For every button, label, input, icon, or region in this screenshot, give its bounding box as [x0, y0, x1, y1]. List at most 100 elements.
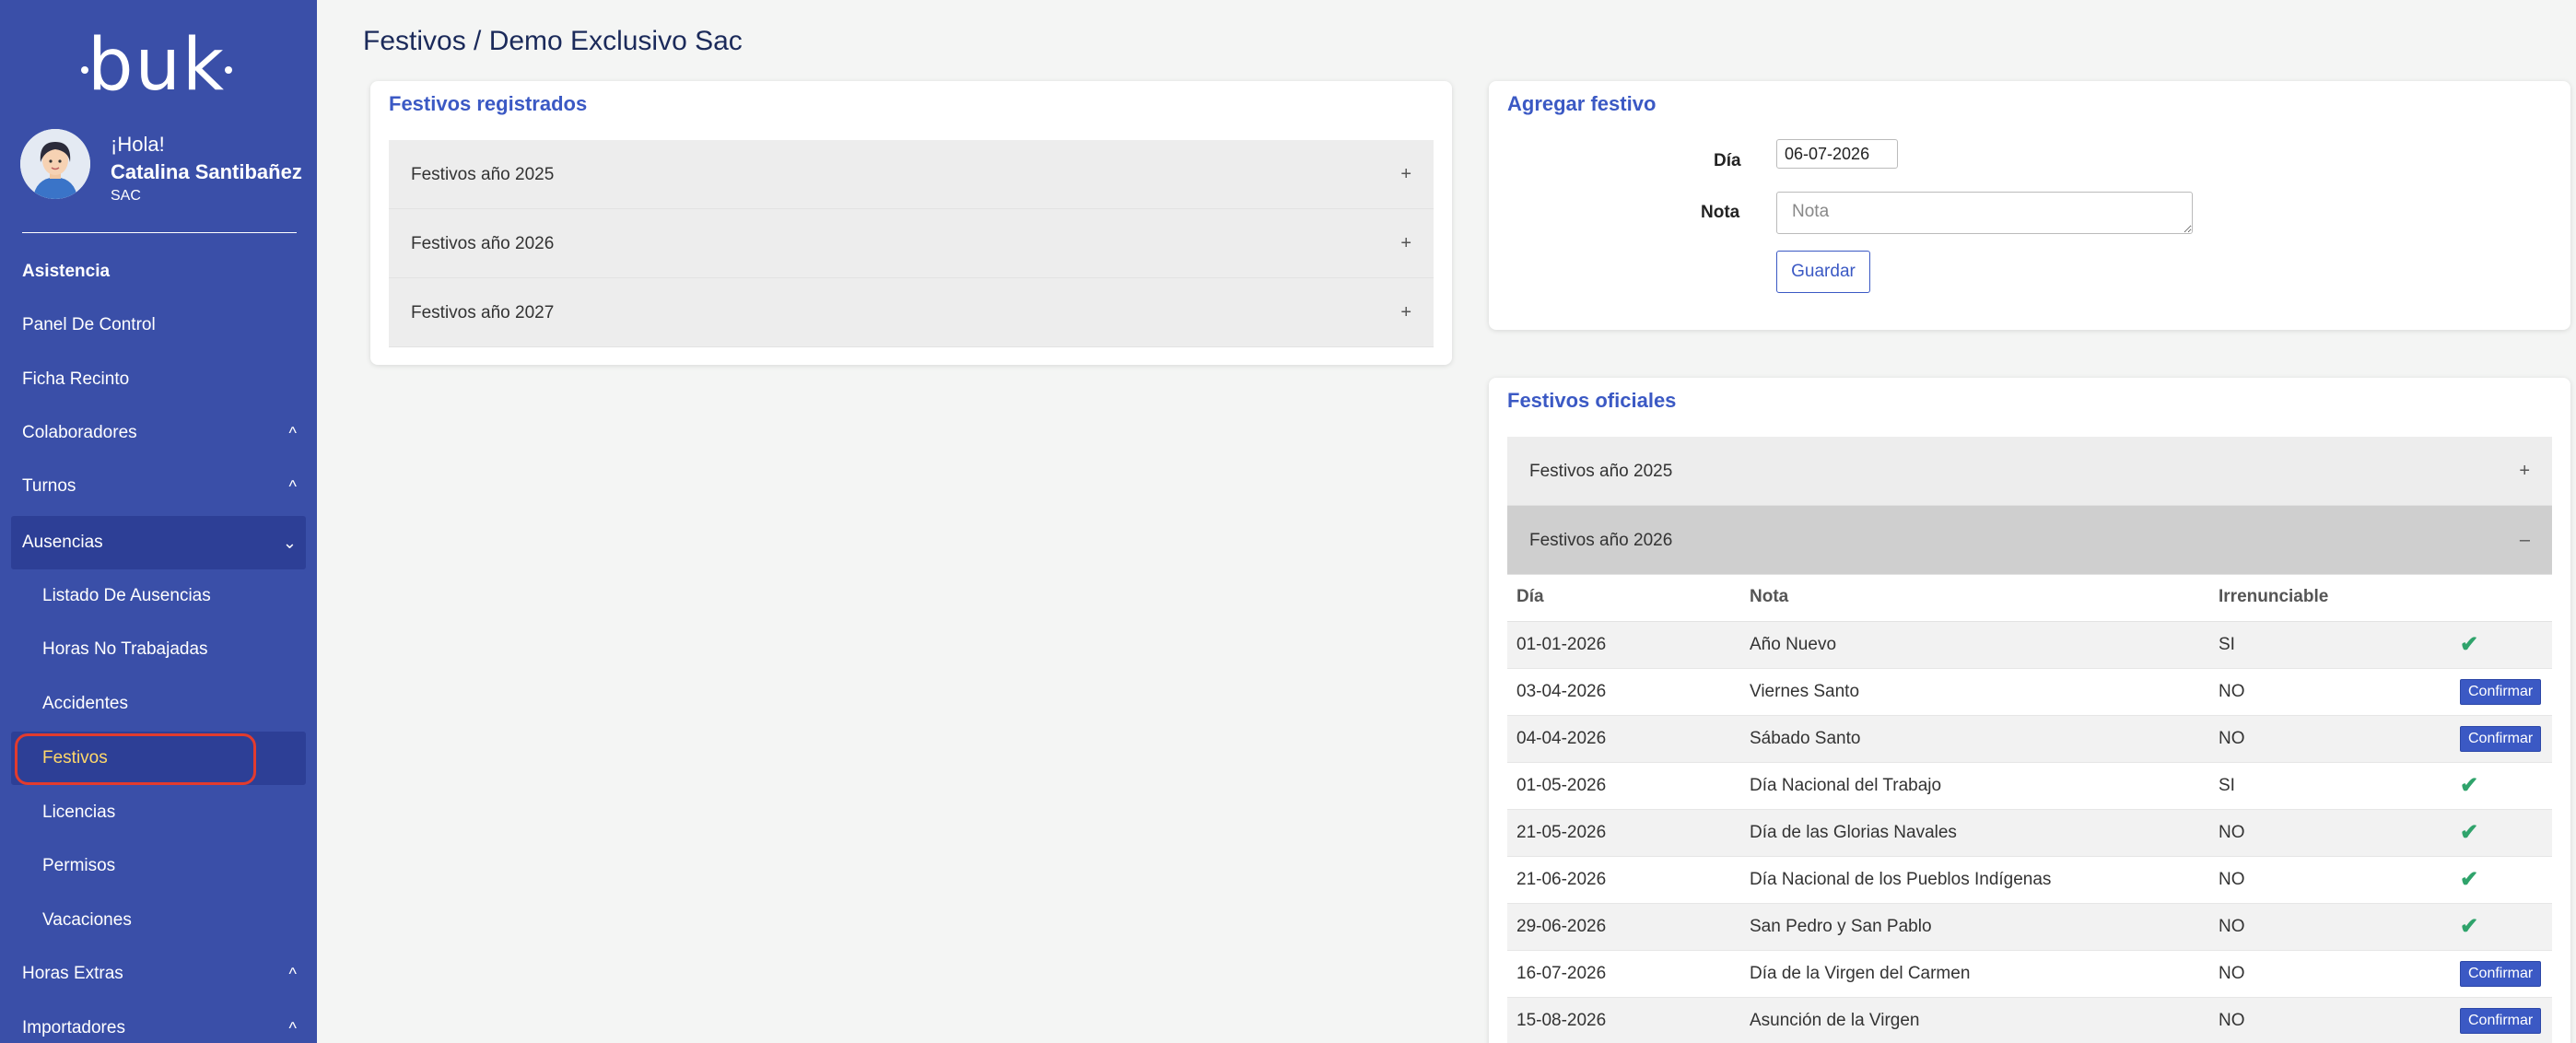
check-icon: ✔: [2460, 820, 2479, 845]
sidebar-item-label: Licencias: [42, 803, 116, 822]
sidebar-item-label: Importadores: [22, 1018, 125, 1037]
sidebar-divider: [22, 232, 297, 233]
sidebar-item-label: Asistencia: [22, 262, 111, 281]
registered-year-2027-accordion[interactable]: Festivos año 2027 +: [389, 278, 1434, 347]
add-holiday-title: Agregar festivo: [1507, 92, 1657, 115]
cell-note: Viernes Santo: [1740, 668, 2209, 716]
sidebar-item-horas-extras[interactable]: Horas Extras ^: [0, 947, 317, 1001]
buk-logo[interactable]: buk: [74, 24, 240, 107]
sidebar-item-importadores[interactable]: Importadores ^: [0, 1002, 317, 1043]
note-textarea[interactable]: [1776, 192, 2193, 234]
cell-irrenunciable: NO: [2209, 668, 2451, 716]
sidebar: buk ¡Hola! Catalina Santibañez SAC Asist…: [0, 0, 317, 1043]
sidebar-item-label: Horas Extras: [22, 964, 123, 983]
chevron-up-icon: ^: [288, 424, 297, 442]
cell-irrenunciable: NO: [2209, 950, 2451, 998]
sidebar-item-panel-de-control[interactable]: Panel De Control: [0, 299, 317, 352]
table-row: 03-04-2026 Viernes Santo NO Confirmar: [1507, 668, 2552, 716]
check-icon: ✔: [2460, 773, 2479, 798]
greeting: ¡Hola!: [111, 133, 165, 156]
cell-note: Año Nuevo: [1740, 621, 2209, 669]
sidebar-item-asistencia[interactable]: Asistencia: [0, 245, 317, 299]
official-holidays-title: Festivos oficiales: [1507, 389, 1677, 412]
cell-day: 21-06-2026: [1507, 856, 1740, 904]
cell-day: 04-04-2026: [1507, 715, 1740, 763]
sidebar-item-vacaciones[interactable]: Vacaciones: [0, 894, 317, 947]
table-row: 15-08-2026 Asunción de la Virgen NO Conf…: [1507, 997, 2552, 1043]
sidebar-item-colaboradores[interactable]: Colaboradores ^: [0, 406, 317, 460]
registered-year-2025-accordion[interactable]: Festivos año 2025 +: [389, 140, 1434, 209]
cell-day: 29-06-2026: [1507, 903, 1740, 951]
save-button[interactable]: Guardar: [1776, 251, 1870, 293]
sidebar-item-turnos[interactable]: Turnos ^: [0, 460, 317, 513]
confirm-button[interactable]: Confirmar: [2460, 1007, 2542, 1034]
cell-note: Día Nacional de los Pueblos Indígenas: [1740, 856, 2209, 904]
sidebar-item-label: Ausencias: [22, 533, 103, 552]
registered-holidays-title: Festivos registrados: [389, 92, 588, 115]
chevron-up-icon: ^: [288, 1019, 297, 1037]
sidebar-item-permisos[interactable]: Permisos: [0, 839, 317, 893]
registered-holidays-card: Festivos registrados Festivos año 2025 +…: [370, 81, 1452, 365]
chevron-up-icon: ^: [288, 477, 297, 496]
table-header-row: Día Nota Irrenunciable: [1507, 573, 2552, 622]
sidebar-item-licencias[interactable]: Licencias: [0, 786, 317, 839]
cell-irrenunciable: NO: [2209, 997, 2451, 1043]
confirm-button[interactable]: Confirmar: [2460, 960, 2542, 987]
cell-day: 15-08-2026: [1507, 997, 1740, 1043]
official-holidays-table: Día Nota Irrenunciable 01-01-2026 Año Nu…: [1507, 573, 2552, 1043]
cell-note: Día de la Virgen del Carmen: [1740, 950, 2209, 998]
sidebar-item-label: Permisos: [42, 856, 116, 875]
sidebar-item-ficha-recinto[interactable]: Ficha Recinto: [0, 353, 317, 406]
sidebar-item-label: Accidentes: [42, 694, 128, 713]
cell-irrenunciable: NO: [2209, 856, 2451, 904]
table-row: 29-06-2026 San Pedro y San Pablo NO ✔: [1507, 903, 2552, 951]
logo-dot-right: [225, 66, 232, 74]
sidebar-item-horas-no-trabajadas[interactable]: Horas No Trabajadas: [0, 623, 317, 676]
chevron-up-icon: ^: [288, 965, 297, 983]
table-row: 21-06-2026 Día Nacional de los Pueblos I…: [1507, 856, 2552, 904]
sidebar-item-accidentes[interactable]: Accidentes: [0, 677, 317, 731]
user-profile: ¡Hola! Catalina Santibañez SAC: [20, 129, 306, 212]
accordion-label: Festivos año 2026: [411, 234, 555, 253]
logo-text: buk: [87, 24, 227, 107]
table-row: 21-05-2026 Día de las Glorias Navales NO…: [1507, 809, 2552, 857]
sidebar-item-label: Horas No Trabajadas: [42, 639, 208, 659]
check-icon: ✔: [2460, 867, 2479, 892]
table-row: 04-04-2026 Sábado Santo NO Confirmar: [1507, 715, 2552, 763]
sidebar-item-ausencias[interactable]: Ausencias ⌄: [11, 516, 306, 569]
page-title: Festivos / Demo Exclusivo Sac: [363, 26, 743, 56]
cell-day: 03-04-2026: [1507, 668, 1740, 716]
sidebar-item-label: Panel De Control: [22, 315, 156, 334]
cell-note: Asunción de la Virgen: [1740, 997, 2209, 1043]
accordion-label: Festivos año 2025: [1529, 462, 1673, 481]
table-row: 16-07-2026 Día de la Virgen del Carmen N…: [1507, 950, 2552, 998]
cell-day: 21-05-2026: [1507, 809, 1740, 857]
cell-irrenunciable: SI: [2209, 762, 2451, 810]
cell-note: Día Nacional del Trabajo: [1740, 762, 2209, 810]
accordion-label: Festivos año 2026: [1529, 531, 1673, 550]
day-input[interactable]: [1776, 139, 1898, 169]
sidebar-item-label: Vacaciones: [42, 910, 132, 930]
sidebar-item-listado-de-ausencias[interactable]: Listado De Ausencias: [0, 569, 317, 623]
accordion-label: Festivos año 2027: [411, 303, 555, 322]
sidebar-item-label: Colaboradores: [22, 423, 137, 442]
column-header-irrenunciable: Irrenunciable: [2209, 573, 2451, 622]
user-name: Catalina Santibañez: [111, 160, 302, 183]
cell-day: 01-05-2026: [1507, 762, 1740, 810]
confirm-button[interactable]: Confirmar: [2460, 725, 2542, 752]
sidebar-item-label: Turnos: [22, 476, 76, 496]
official-year-2026-accordion[interactable]: Festivos año 2026 –: [1507, 506, 2552, 575]
cell-note: Día de las Glorias Navales: [1740, 809, 2209, 857]
plus-icon: +: [1400, 164, 1411, 184]
confirm-button[interactable]: Confirmar: [2460, 678, 2542, 705]
accordion-label: Festivos año 2025: [411, 165, 555, 184]
registered-year-2026-accordion[interactable]: Festivos año 2026 +: [389, 209, 1434, 278]
cell-irrenunciable: NO: [2209, 903, 2451, 951]
sidebar-item-label: Ficha Recinto: [22, 369, 130, 389]
official-year-2025-accordion[interactable]: Festivos año 2025 +: [1507, 437, 2552, 506]
festivos-highlight-outline: [15, 733, 256, 785]
column-header-nota: Nota: [1740, 573, 2209, 622]
minus-icon: –: [2519, 530, 2530, 550]
cell-note: San Pedro y San Pablo: [1740, 903, 2209, 951]
check-icon: ✔: [2460, 632, 2479, 657]
